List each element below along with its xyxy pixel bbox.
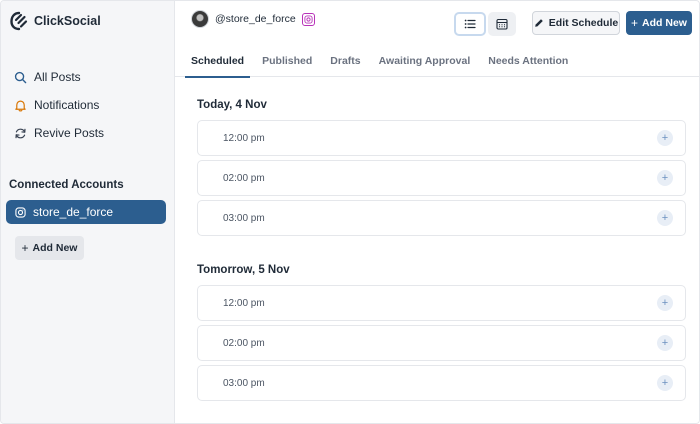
- add-account-button[interactable]: + Add New: [15, 236, 84, 260]
- bell-icon: [15, 100, 26, 112]
- edit-schedule-label: Edit Schedule: [548, 17, 619, 29]
- connected-accounts-heading: Connected Accounts: [9, 179, 124, 191]
- time-slot[interactable]: 12:00 pm +: [197, 120, 686, 156]
- pencil-icon: [534, 19, 543, 27]
- brand-name: ClickSocial: [34, 14, 101, 28]
- add-post-icon[interactable]: +: [657, 375, 673, 391]
- instagram-icon: [15, 206, 26, 218]
- sidebar: ClickSocial All Posts Notifications Revi…: [1, 1, 175, 423]
- time-slot[interactable]: 02:00 pm +: [197, 160, 686, 196]
- search-icon: [14, 71, 27, 83]
- tab-published[interactable]: Published: [262, 45, 312, 77]
- list-view-toggle[interactable]: [454, 12, 486, 36]
- time-slot[interactable]: 12:00 pm +: [197, 285, 686, 321]
- top-bar: @store_de_force Edit Schedule + Add New: [175, 1, 699, 45]
- tab-scheduled[interactable]: Scheduled: [184, 45, 251, 78]
- avatar: [191, 10, 209, 28]
- clicksocial-logo-icon: [10, 11, 28, 31]
- calendar-icon: [496, 18, 508, 30]
- slot-time: 02:00 pm: [223, 337, 265, 349]
- slot-time: 12:00 pm: [223, 132, 265, 144]
- tab-awaiting-approval[interactable]: Awaiting Approval: [379, 45, 471, 77]
- post-status-tabs: Scheduled Published Drafts Awaiting Appr…: [175, 45, 699, 78]
- plus-icon: +: [21, 241, 29, 255]
- sidebar-item-label: Revive Posts: [34, 126, 105, 140]
- main-content: @store_de_force Edit Schedule + Add New …: [175, 1, 699, 423]
- time-slot[interactable]: 03:00 pm +: [197, 365, 686, 401]
- day-heading: Today, 4 Nov: [197, 99, 267, 111]
- add-post-icon[interactable]: +: [657, 130, 673, 146]
- add-account-label: Add New: [32, 242, 78, 254]
- calendar-view-toggle[interactable]: [488, 12, 516, 36]
- sidebar-item-label: Notifications: [34, 98, 100, 112]
- tab-drafts[interactable]: Drafts: [330, 45, 360, 77]
- day-heading: Tomorrow, 5 Nov: [197, 264, 290, 276]
- add-post-icon[interactable]: +: [657, 170, 673, 186]
- sidebar-nav: All Posts Notifications Revive Posts: [1, 63, 174, 147]
- tab-needs-attention[interactable]: Needs Attention: [488, 45, 568, 77]
- add-post-icon[interactable]: +: [657, 210, 673, 226]
- sidebar-item-label: All Posts: [34, 70, 81, 84]
- slot-time: 12:00 pm: [223, 297, 265, 309]
- sidebar-item-revive-posts[interactable]: Revive Posts: [1, 119, 174, 147]
- sidebar-item-notifications[interactable]: Notifications: [1, 91, 174, 119]
- add-post-icon[interactable]: +: [657, 295, 673, 311]
- account-item-store-de-force[interactable]: store_de_force: [6, 200, 166, 224]
- add-new-post-button[interactable]: + Add New: [626, 11, 692, 35]
- brand[interactable]: ClickSocial: [10, 11, 101, 31]
- app-window: ClickSocial All Posts Notifications Revi…: [0, 0, 700, 424]
- time-slot[interactable]: 03:00 pm +: [197, 200, 686, 236]
- time-slot[interactable]: 02:00 pm +: [197, 325, 686, 361]
- edit-schedule-button[interactable]: Edit Schedule: [532, 11, 620, 35]
- profile-header: @store_de_force: [191, 10, 315, 28]
- slot-time: 03:00 pm: [223, 212, 265, 224]
- slot-time: 03:00 pm: [223, 377, 265, 389]
- sidebar-item-all-posts[interactable]: All Posts: [1, 63, 174, 91]
- refresh-icon: [15, 128, 26, 138]
- instagram-icon: [304, 14, 313, 24]
- plus-icon: +: [631, 16, 639, 30]
- profile-handle: @store_de_force: [215, 13, 296, 25]
- instagram-badge: [301, 12, 315, 26]
- account-name: store_de_force: [33, 205, 114, 219]
- add-new-label: Add New: [642, 17, 687, 29]
- add-post-icon[interactable]: +: [657, 335, 673, 351]
- slot-time: 02:00 pm: [223, 172, 265, 184]
- list-icon: [464, 19, 476, 29]
